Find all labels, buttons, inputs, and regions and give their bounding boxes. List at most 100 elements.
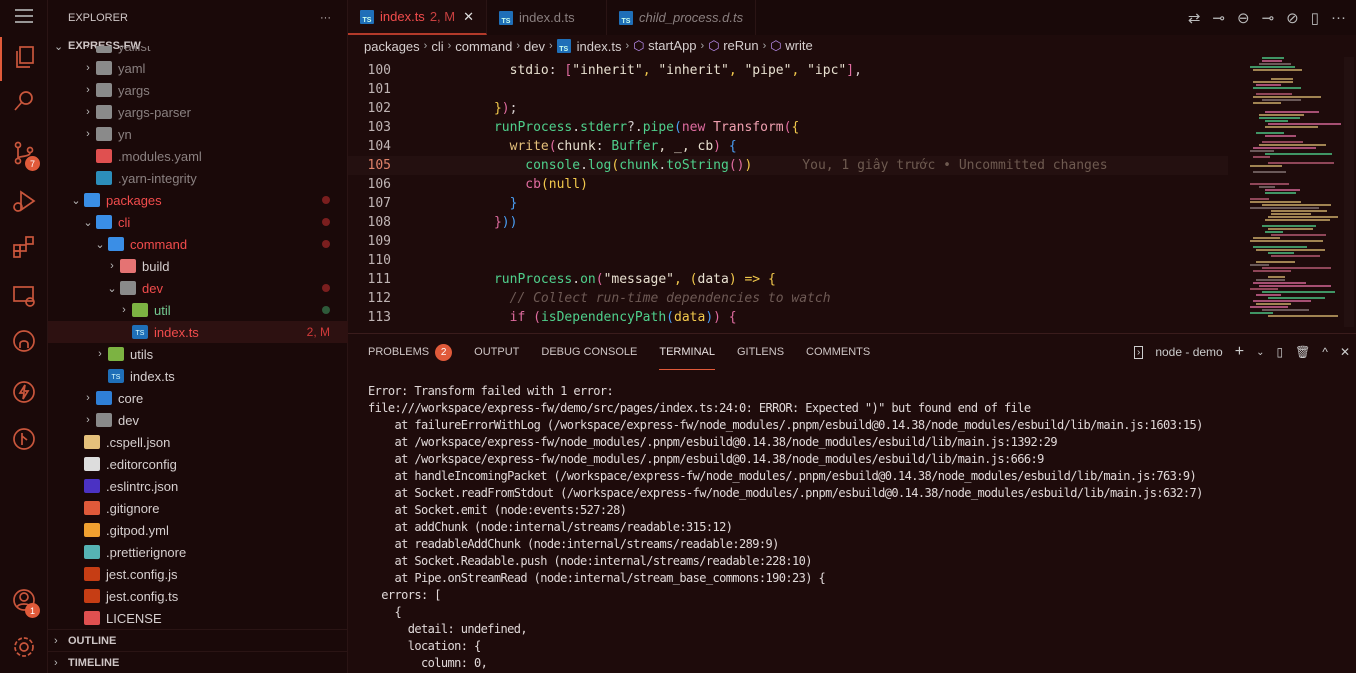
run-debug-button[interactable] [0,181,48,225]
tree-item-label: command [130,236,188,252]
breadcrumb-item[interactable]: command [455,39,512,54]
chevron-down-icon[interactable]: ⌄ [1256,347,1264,358]
tree-item[interactable]: .gitignore [48,497,348,519]
settings-button[interactable] [0,627,48,671]
terminal-name[interactable]: node - demo [1155,345,1222,359]
menu-button[interactable] [0,0,48,37]
tree-item[interactable]: › yn [48,123,348,145]
trash-icon[interactable]: 🗑 [1295,345,1310,359]
tree-item[interactable]: › yargs [48,79,348,101]
tree-item[interactable]: .gitpod.yml [48,519,348,541]
tree-item[interactable]: TS index.ts 2, M [48,321,348,343]
tree-item-label: jest.config.ts [106,588,179,604]
account-button[interactable]: 1 [0,580,48,624]
breadcrumb-item[interactable]: ⬡ startApp [633,38,696,54]
minimap-line [1268,162,1334,164]
panel-tab-comments[interactable]: COMMENTS [806,334,870,370]
previous-commit-icon[interactable]: ⊸ [1212,9,1225,27]
breadcrumb-item[interactable]: dev [524,39,545,54]
panel-tab-output[interactable]: OUTPUT [474,334,519,370]
more-actions-button[interactable]: ··· [320,12,331,24]
split-editor-icon[interactable]: ▯ [1311,9,1319,27]
tree-item[interactable]: ⌄ dev [48,277,348,299]
panel-tab-gitlens[interactable]: GITLENS [737,334,784,370]
tree-item[interactable]: LICENSE [48,607,348,628]
line-number: 110 [367,253,391,268]
github-button[interactable] [0,321,48,365]
tree-item[interactable]: .yarn-integrity [48,167,348,189]
tree-item[interactable]: › utils [48,343,348,365]
vertical-scrollbar[interactable] [1344,57,1354,327]
panel-tab-debug-console[interactable]: DEBUG CONSOLE [541,334,637,370]
tree-item[interactable]: › util [48,299,348,321]
maximize-panel-icon[interactable]: ^ [1322,345,1328,359]
close-panel-icon[interactable]: ✕ [1340,345,1350,359]
code-area[interactable]: 100 stdio: ["inherit", "inherit", "pipe"… [348,61,1228,327]
minimap-line [1259,285,1331,287]
terminal-output[interactable]: Error: Transform failed with 1 error: fil… [368,383,1203,672]
minimap-line [1256,249,1326,251]
tree-item[interactable]: jest.config.js [48,563,348,585]
menu-icon [11,3,37,34]
source-control-button[interactable]: 7 [0,133,48,177]
panel-tab-terminal[interactable]: TERMINAL [659,334,715,370]
tree-item[interactable]: .modules.yaml [48,145,348,167]
gear-icon [11,634,37,665]
breadcrumb-item[interactable]: cli [431,39,443,54]
tree-item[interactable]: .editorconfig [48,453,348,475]
remote-explorer-button[interactable] [0,276,48,320]
outline-section[interactable]: › OUTLINE [48,629,348,651]
split-terminal-icon[interactable]: ▯ [1276,345,1283,359]
terminal-line: at /workspace/express-fw/node_modules/.p… [368,435,1057,449]
extensions-button[interactable] [0,227,48,271]
minimap[interactable] [1240,57,1342,327]
breadcrumb-item[interactable]: ⬡ write [770,38,812,54]
new-terminal-icon[interactable]: + [1235,343,1244,361]
tree-item[interactable]: .eslintrc.json [48,475,348,497]
code-token: ( [674,120,682,135]
minimap-line [1253,156,1271,158]
terminal-line: at Socket.Readable.push (node:internal/s… [368,554,812,568]
tree-item-label: dev [118,412,139,428]
panel-tab-problems[interactable]: PROBLEMS 2 [368,334,453,370]
minimap-line [1259,63,1292,65]
code-token: { [728,310,737,325]
tab-child_process-d-ts[interactable]: TS child_process.d.ts [607,0,757,35]
tab-index-d-ts[interactable]: TS index.d.ts [487,0,608,35]
tree-item[interactable]: › yargs-parser [48,101,348,123]
breadcrumb-item[interactable]: packages [364,39,420,54]
tree-item[interactable]: TS index.ts [48,365,348,387]
search-button[interactable] [0,81,48,125]
tree-item[interactable]: › core [48,387,348,409]
git-graph-button[interactable] [0,419,48,463]
close-icon[interactable]: ✕ [463,9,474,25]
tree-item[interactable]: .cspell.json [48,431,348,453]
tree-item[interactable]: ⌄ packages [48,189,348,211]
breadcrumb-item[interactable]: TS index.ts [556,38,621,54]
minimap-line [1256,303,1292,305]
more-icon[interactable]: ··· [1331,9,1346,26]
tree-item[interactable]: ⌄ cli [48,211,348,233]
code-token: isDependencyPath [540,310,667,325]
lightning-button[interactable] [0,372,48,416]
tab-index-ts[interactable]: TS index.ts 2, M ✕ [348,0,488,35]
tree-item[interactable]: › yaml [48,57,348,79]
chevron-right-icon: › [86,84,90,96]
tree-item[interactable]: .prettierignore [48,541,348,563]
code-token: Buffer [611,139,659,154]
code-token: . [580,158,588,173]
commit-icon[interactable]: ⊖ [1237,9,1250,27]
compare-changes-icon[interactable]: ⇄ [1188,9,1201,27]
breadcrumb-item[interactable]: ⬡ reRun [708,38,758,54]
tree-item[interactable]: › dev [48,409,348,431]
tree-item-label: yargs [118,82,150,98]
next-commit-icon[interactable]: ⊸ [1262,9,1275,27]
tree-item[interactable]: ⌄ command [48,233,348,255]
minimap-line [1265,126,1319,128]
tree-item[interactable]: › yallist [48,46,348,57]
git-graph-icon[interactable]: ⊘ [1286,9,1299,27]
files-button[interactable] [0,37,48,81]
timeline-section[interactable]: › TIMELINE [48,651,348,673]
tree-item[interactable]: › build [48,255,348,277]
tree-item[interactable]: jest.config.ts [48,585,348,607]
